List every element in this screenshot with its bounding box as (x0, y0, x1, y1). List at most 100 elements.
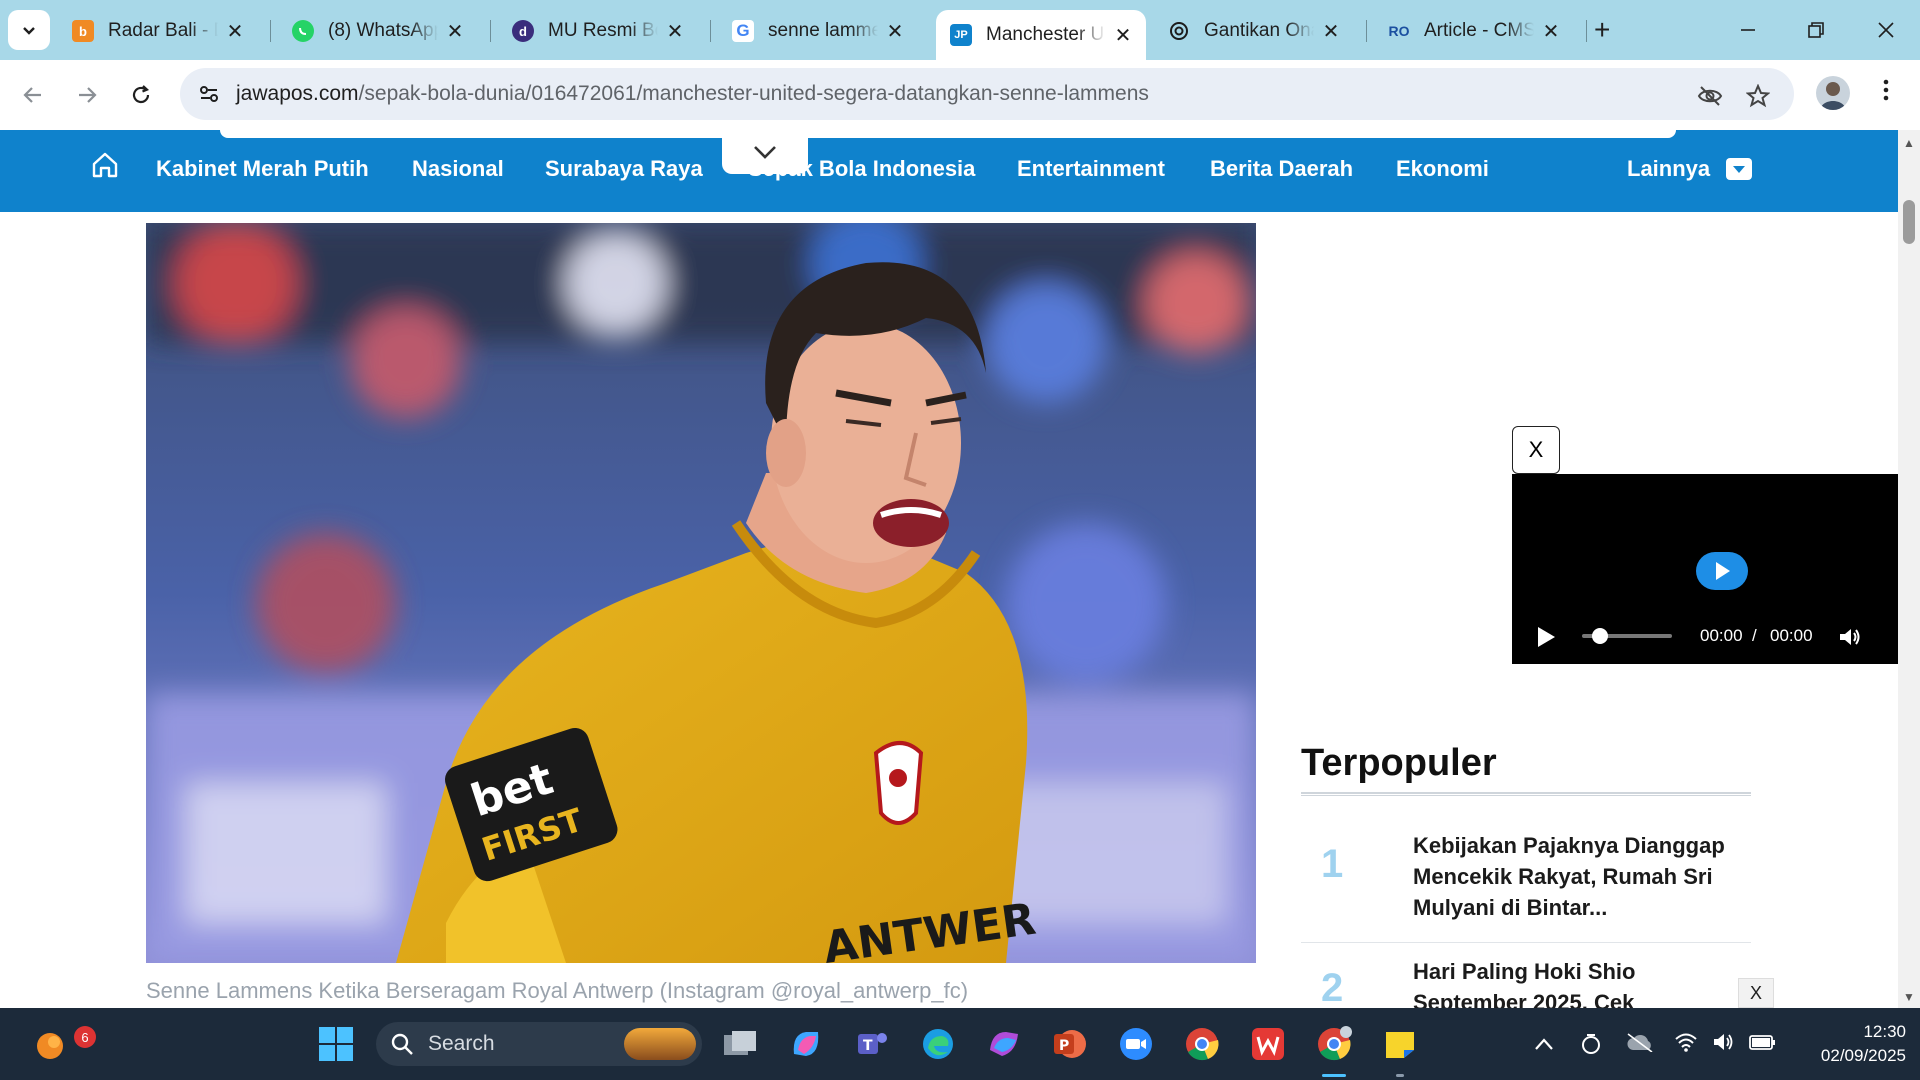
reload-button[interactable] (120, 74, 162, 116)
back-button[interactable] (12, 74, 54, 116)
popular-headline[interactable]: Kebijakan Pajaknya Dianggap Mencekik Rak… (1413, 830, 1733, 923)
address-bar[interactable]: jawapos.com/sepak-bola-dunia/016472061/m… (180, 68, 1794, 120)
onedrive-cloud-icon[interactable] (1626, 1032, 1654, 1058)
system-clock[interactable]: 12:30 02/09/2025 (1786, 1020, 1906, 1068)
home-icon[interactable] (90, 150, 120, 180)
tab-google-search[interactable]: G senne lammer ✕ (718, 10, 918, 52)
battery-icon[interactable] (1748, 1032, 1776, 1058)
minimize-button[interactable] (1728, 10, 1768, 50)
chrome-button[interactable] (1180, 1022, 1224, 1066)
nav-lainnya[interactable]: Lainnya (1627, 156, 1710, 182)
tab-radar-bali[interactable]: b Radar Bali - D ✕ (58, 10, 258, 52)
start-button[interactable] (314, 1022, 358, 1066)
detik-favicon-icon: d (512, 20, 534, 42)
video-seek-handle[interactable] (1592, 628, 1608, 644)
edge-icon (923, 1029, 953, 1059)
tracking-protection-eye-off-icon[interactable] (1696, 82, 1724, 110)
close-tab-icon[interactable]: ✕ (1114, 23, 1132, 48)
close-tab-icon[interactable]: ✕ (666, 19, 684, 44)
nav-nasional[interactable]: Nasional (412, 156, 504, 182)
url-domain: jawapos.com (236, 82, 359, 105)
restore-button[interactable] (1796, 10, 1836, 50)
scrollbar-thumb[interactable] (1903, 200, 1915, 244)
powerpoint-icon: P (1054, 1030, 1086, 1058)
video-duration: 00:00 (1770, 626, 1813, 645)
powerpoint-button[interactable]: P (1048, 1022, 1092, 1066)
scroll-down-icon[interactable]: ▼ (1903, 990, 1915, 1004)
url-text[interactable]: jawapos.com/sepak-bola-dunia/016472061/m… (236, 82, 1149, 106)
popular-item[interactable]: 2 Hari Paling Hoki Shio September 2025, … (1301, 956, 1751, 1008)
tab-separator (1366, 20, 1367, 42)
browser-menu-button[interactable] (1874, 76, 1898, 110)
tab-separator (710, 20, 711, 42)
popular-item[interactable]: 1 Kebijakan Pajaknya Dianggap Mencekik R… (1301, 830, 1751, 940)
ad-close-button[interactable]: X (1738, 978, 1774, 1008)
page-scrollbar[interactable]: ▲ ▼ (1898, 130, 1920, 1008)
teams-icon: T (858, 1033, 887, 1054)
close-tab-icon[interactable]: ✕ (226, 19, 244, 44)
collapse-header-button[interactable] (722, 130, 808, 174)
close-tab-icon[interactable]: ✕ (1322, 19, 1340, 44)
chevron-down-icon (754, 146, 776, 159)
copilot-icon (793, 1032, 819, 1056)
video-close-button[interactable]: X (1512, 426, 1560, 474)
chrome-icon (1186, 1028, 1219, 1061)
task-view-button[interactable] (718, 1022, 762, 1066)
chrome-profile-button[interactable] (1312, 1022, 1356, 1066)
running-app-indicator (1396, 1074, 1404, 1077)
wifi-icon[interactable] (1674, 1032, 1698, 1058)
tab-strip: b Radar Bali - D ✕ (8) WhatsApp ✕ d MU R… (0, 0, 1920, 60)
taskbar-search[interactable]: Search (376, 1022, 702, 1066)
clock-date: 02/09/2025 (1820, 1046, 1906, 1065)
site-info-icon[interactable] (194, 79, 224, 109)
wps-office-button[interactable] (1246, 1022, 1290, 1066)
jawapos-favicon-icon: JP (950, 24, 972, 46)
clock-time: 12:30 (1863, 1022, 1906, 1041)
close-tab-icon[interactable]: ✕ (446, 19, 464, 44)
article-hero-image: bet FIRST ANTWER (146, 223, 1256, 963)
tab-detik[interactable]: d MU Resmi Boy ✕ (498, 10, 698, 52)
tab-whatsapp[interactable]: (8) WhatsApp ✕ (278, 10, 478, 52)
copilot-button[interactable] (784, 1022, 828, 1066)
zoom-button[interactable] (1114, 1022, 1158, 1066)
widgets-button[interactable]: 6 (28, 1022, 96, 1066)
bookmark-star-icon[interactable] (1744, 82, 1772, 110)
profile-avatar[interactable] (1816, 76, 1850, 110)
forward-button[interactable] (66, 74, 108, 116)
big-play-button[interactable] (1696, 552, 1748, 590)
close-tab-icon[interactable]: ✕ (1542, 19, 1560, 44)
volume-icon[interactable] (1838, 626, 1862, 648)
tab-separator (1586, 20, 1587, 42)
play-icon[interactable] (1536, 626, 1556, 648)
tab-chatgpt[interactable]: Gantikan Ona ✕ (1154, 10, 1354, 52)
video-current-time: 00:00 (1700, 626, 1743, 645)
new-tab-button[interactable]: + (1594, 14, 1610, 46)
nav-ekonomi[interactable]: Ekonomi (1396, 156, 1489, 182)
tab-cms-article[interactable]: RO Article - CMS ✕ (1374, 10, 1574, 52)
avatar-icon (1820, 82, 1846, 110)
microsoft-365-button[interactable] (982, 1022, 1026, 1066)
chevron-up-icon (1535, 1038, 1553, 1050)
nav-berita-daerah[interactable]: Berita Daerah (1210, 156, 1353, 182)
teams-button[interactable]: T (850, 1022, 894, 1066)
sticky-notes-button[interactable] (1378, 1022, 1422, 1066)
nav-entertainment[interactable]: Entertainment (1017, 156, 1165, 182)
wps-office-icon (1252, 1028, 1284, 1060)
close-tab-icon[interactable]: ✕ (886, 19, 904, 44)
edge-button[interactable] (916, 1022, 960, 1066)
tab-search-button[interactable] (8, 10, 50, 50)
close-window-button[interactable] (1866, 10, 1906, 50)
show-hidden-icons-button[interactable] (1534, 1034, 1554, 1057)
popular-headline[interactable]: Hari Paling Hoki Shio September 2025, Ce… (1413, 956, 1733, 1008)
task-view-icon (724, 1031, 756, 1055)
nav-kabinet-merah-putih[interactable]: Kabinet Merah Putih (156, 156, 369, 182)
heading-rule (1301, 792, 1751, 796)
windows-taskbar: 6 Search T P 12:30 02/09/2025 (0, 1008, 1920, 1080)
nav-surabaya-raya[interactable]: Surabaya Raya (545, 156, 703, 182)
volume-icon[interactable] (1712, 1032, 1736, 1058)
tab-jawapos-active[interactable]: JP Manchester U ✕ (936, 10, 1146, 60)
scroll-up-icon[interactable]: ▲ (1903, 136, 1915, 150)
system-tray-ring-icon[interactable] (1580, 1032, 1602, 1062)
arrow-left-icon (23, 87, 41, 103)
caret-down-icon[interactable] (1726, 158, 1752, 180)
